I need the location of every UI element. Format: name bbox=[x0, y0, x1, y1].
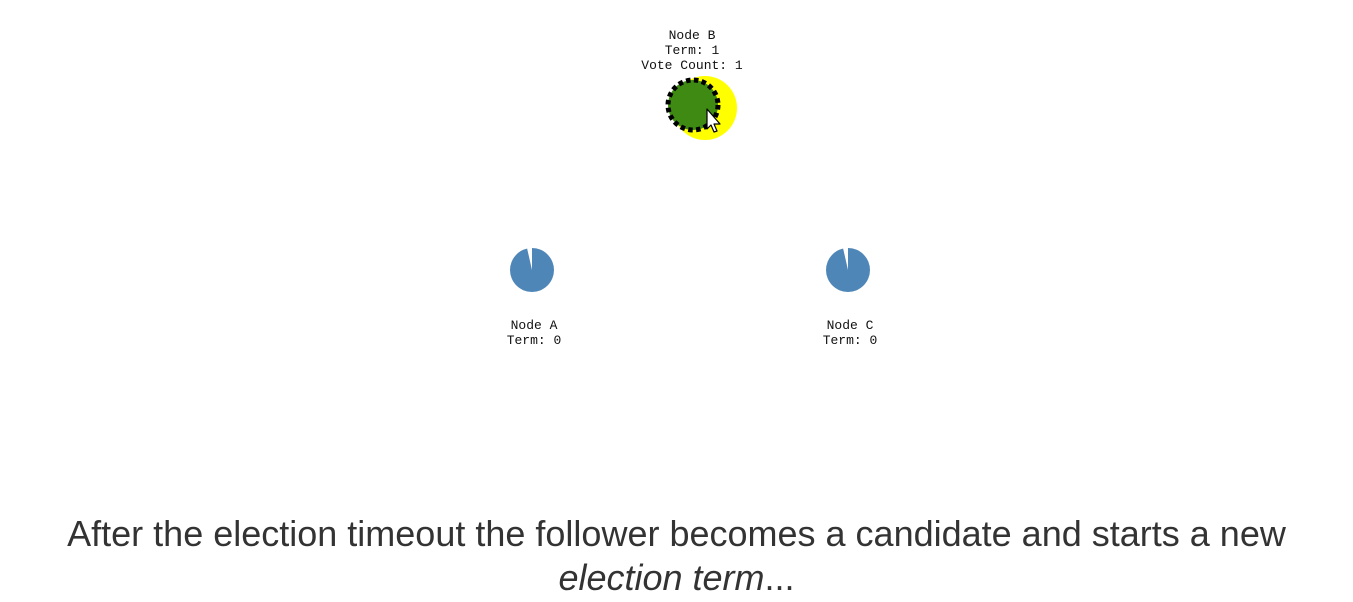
caption-suffix: ... bbox=[764, 557, 795, 598]
node-a-name: Node A bbox=[510, 318, 558, 333]
cluster-diagram bbox=[510, 76, 870, 292]
node-a[interactable] bbox=[510, 248, 554, 292]
node-b-name: Node B bbox=[668, 28, 716, 43]
caption: After the election timeout the follower … bbox=[0, 512, 1353, 600]
node-c-name: Node C bbox=[826, 318, 874, 333]
node-c-label: Node C Term: 0 bbox=[750, 318, 950, 348]
caption-line-1: After the election timeout the follower … bbox=[67, 513, 1286, 554]
node-c[interactable] bbox=[826, 248, 870, 292]
node-b-vote-count: Vote Count: 1 bbox=[641, 58, 743, 73]
caption-emphasis: election term bbox=[558, 557, 765, 598]
raft-visualization: Node B Term: 1 Vote Count: 1 Node A Term… bbox=[0, 0, 1353, 490]
node-a-term: Term: 0 bbox=[506, 333, 562, 348]
node-b[interactable] bbox=[665, 76, 737, 140]
node-b-label: Node B Term: 1 Vote Count: 1 bbox=[592, 28, 792, 73]
node-a-label: Node A Term: 0 bbox=[434, 318, 634, 348]
node-b-term: Term: 1 bbox=[664, 43, 720, 58]
node-c-term: Term: 0 bbox=[822, 333, 878, 348]
